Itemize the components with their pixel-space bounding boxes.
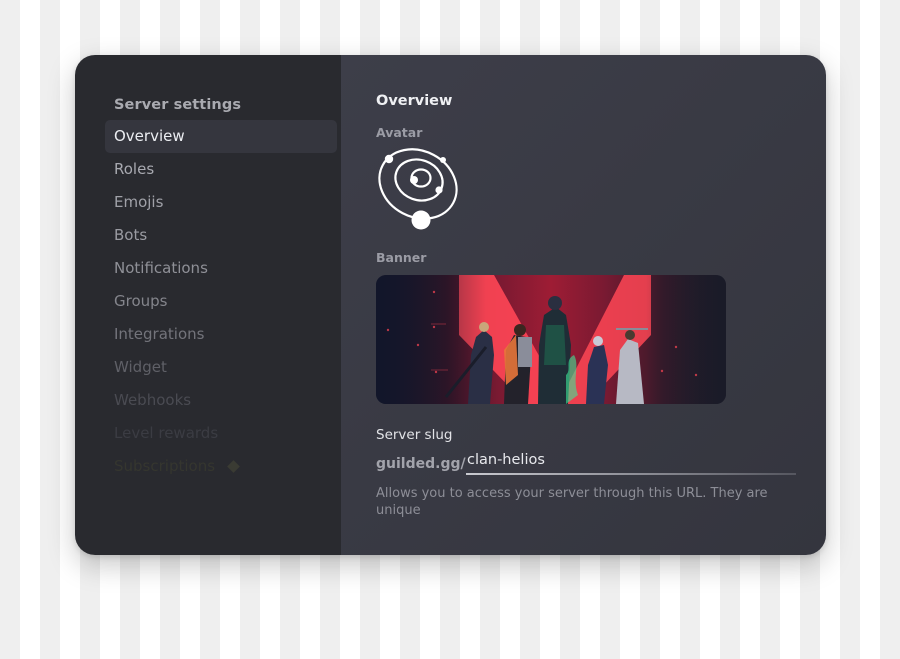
sidebar-item-label: Widget bbox=[114, 358, 167, 376]
server-slug-label: Server slug bbox=[376, 427, 453, 443]
sidebar-item-label: Webhooks bbox=[114, 391, 192, 409]
sidebar-item-overview[interactable]: Overview bbox=[105, 120, 337, 153]
slug-help-text: Allows you to access your server through… bbox=[376, 486, 768, 518]
settings-sidebar: Server settings Overview Roles Emojis Bo… bbox=[75, 55, 341, 555]
overview-panel: Overview Avatar Banner Server slug guild… bbox=[341, 55, 826, 555]
sidebar-item-label: Groups bbox=[114, 292, 168, 310]
avatar-label: Avatar bbox=[376, 125, 423, 140]
sidebar-item-notifications[interactable]: Notifications bbox=[105, 252, 337, 285]
server-slug-field: guilded.gg/ bbox=[376, 451, 796, 475]
sidebar-item-label: Roles bbox=[114, 160, 155, 178]
server-banner[interactable] bbox=[376, 275, 726, 404]
gem-icon bbox=[227, 460, 240, 473]
sidebar-item-integrations[interactable]: Integrations bbox=[105, 318, 337, 351]
sidebar-item-widget[interactable]: Widget bbox=[105, 351, 337, 384]
sidebar-item-subscriptions[interactable]: Subscriptions bbox=[105, 450, 337, 483]
server-avatar[interactable] bbox=[377, 146, 463, 232]
sidebar-item-label: Overview bbox=[114, 127, 185, 145]
banner-image bbox=[376, 275, 726, 404]
server-settings-window: Server settings Overview Roles Emojis Bo… bbox=[75, 55, 826, 555]
sidebar-nav: Overview Roles Emojis Bots Notifications… bbox=[105, 120, 337, 483]
sidebar-item-label: Integrations bbox=[114, 325, 205, 343]
slug-prefix: guilded.gg/ bbox=[376, 456, 466, 472]
sidebar-item-webhooks[interactable]: Webhooks bbox=[105, 384, 337, 417]
banner-label: Banner bbox=[376, 250, 427, 265]
sidebar-item-label: Notifications bbox=[114, 259, 208, 277]
page-title: Overview bbox=[376, 93, 453, 109]
server-slug-input[interactable] bbox=[466, 451, 796, 475]
sidebar-item-bots[interactable]: Bots bbox=[105, 219, 337, 252]
sidebar-item-roles[interactable]: Roles bbox=[105, 153, 337, 186]
sidebar-item-label: Emojis bbox=[114, 193, 164, 211]
orbit-icon bbox=[378, 148, 458, 230]
sidebar-item-label: Subscriptions bbox=[114, 457, 216, 475]
sidebar-title: Server settings bbox=[114, 97, 242, 113]
sidebar-item-groups[interactable]: Groups bbox=[105, 285, 337, 318]
sidebar-item-label: Bots bbox=[114, 226, 148, 244]
sidebar-item-label: Level rewards bbox=[114, 424, 219, 442]
sidebar-item-level-rewards[interactable]: Level rewards bbox=[105, 417, 337, 450]
sidebar-item-emojis[interactable]: Emojis bbox=[105, 186, 337, 219]
